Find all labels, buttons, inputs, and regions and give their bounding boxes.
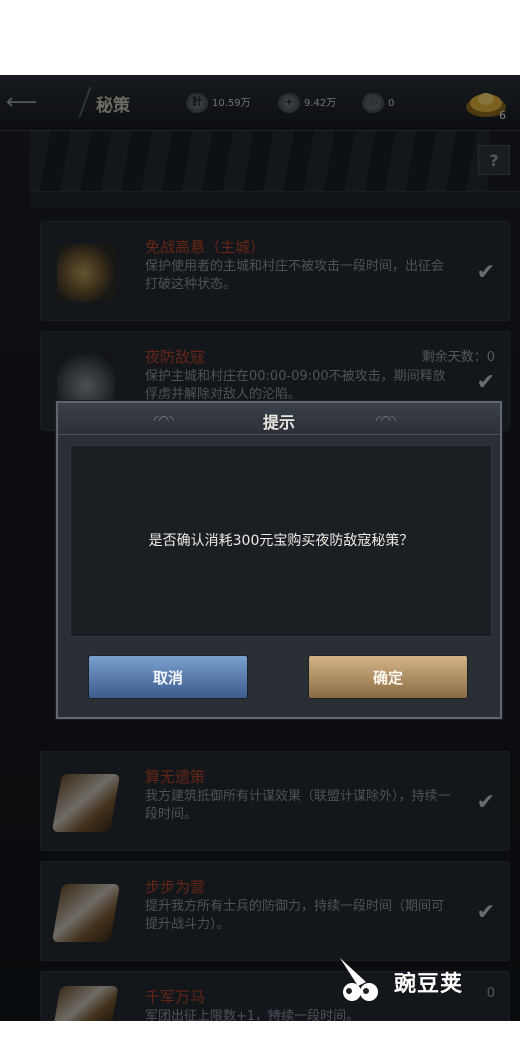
dialog-header: ◜◠◝ 提示 ◜◠◝ bbox=[58, 403, 500, 435]
confirm-button[interactable]: 确定 bbox=[308, 655, 468, 699]
watermark: 豌豆荚 bbox=[336, 952, 496, 1008]
dialog-message: 是否确认消耗300元宝购买夜防敌寇秘策？ bbox=[148, 533, 414, 549]
confirm-dialog: ◜◠◝ 提示 ◜◠◝ 是否确认消耗300元宝购买夜防敌寇秘策？ 取消 确定 bbox=[56, 401, 502, 719]
cancel-button[interactable]: 取消 bbox=[88, 655, 248, 699]
ornament-right-icon: ◜◠◝ bbox=[376, 413, 396, 427]
dialog-body: 是否确认消耗300元宝购买夜防敌寇秘策？ bbox=[70, 445, 492, 637]
pea-logo-icon bbox=[340, 958, 378, 1001]
watermark-text: 豌豆荚 bbox=[394, 972, 464, 997]
dialog-title: 提示 bbox=[262, 413, 295, 432]
